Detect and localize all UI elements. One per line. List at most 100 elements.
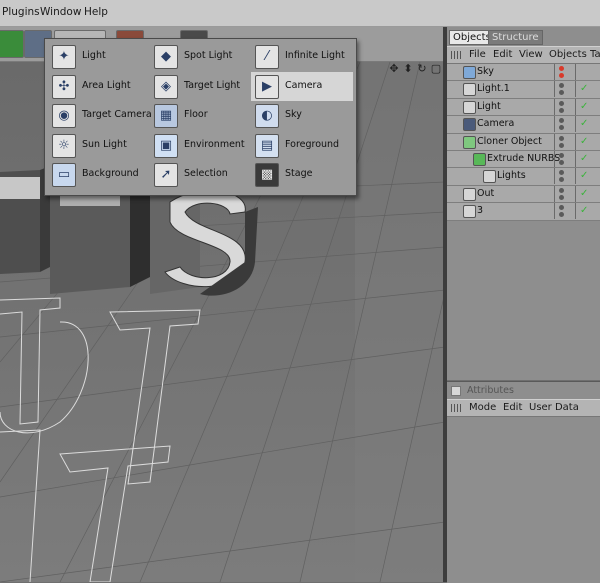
menubar: Plugins Window Help: [0, 0, 600, 27]
palette-item-target-light[interactable]: ◈ Target Light: [150, 72, 252, 101]
objects-menu-tags[interactable]: Ta: [590, 49, 600, 60]
move-icon[interactable]: ✥: [388, 63, 400, 75]
objects-menu-edit[interactable]: Edit: [493, 49, 512, 60]
maximize-icon[interactable]: ▢: [430, 63, 442, 75]
palette-item-target-camera[interactable]: ◉ Target Camera: [48, 101, 152, 130]
cloner-tool-button[interactable]: [0, 30, 24, 58]
palette-item-label: Target Camera: [82, 109, 152, 121]
tree-row-extrude-nurbs[interactable]: Extrude NURBS ✓: [447, 150, 600, 169]
enabled-check-icon[interactable]: ✓: [580, 136, 588, 147]
enabled-check-icon[interactable]: ✓: [580, 205, 588, 216]
editor-visibility-dot[interactable]: [559, 66, 564, 71]
sky-icon: ◐: [255, 104, 279, 129]
objects-menu-file[interactable]: File: [469, 49, 486, 60]
menu-plugins[interactable]: Plugins: [2, 6, 40, 18]
object-icon: [463, 66, 476, 79]
palette-item-label: Foreground: [285, 138, 340, 150]
editor-visibility-dot[interactable]: [559, 170, 564, 176]
object-name: Camera: [477, 118, 515, 130]
column-divider: [554, 98, 555, 115]
enabled-check-icon[interactable]: ✓: [580, 170, 588, 181]
objects-menu-view[interactable]: View: [519, 49, 543, 60]
render-visibility-dot[interactable]: [559, 125, 564, 131]
tree-row-3[interactable]: 3 ✓: [447, 203, 600, 221]
palette-item-sun-light[interactable]: ☼ Sun Light: [48, 131, 150, 160]
tree-row-light[interactable]: Light ✓: [447, 98, 600, 117]
column-divider: [575, 150, 576, 167]
camera-icon: ▶: [255, 74, 279, 99]
object-name: Cloner Object: [477, 135, 542, 147]
tab-structure[interactable]: Structure: [488, 30, 543, 45]
enabled-check-icon[interactable]: ✓: [580, 101, 588, 112]
object-name: Sky: [477, 66, 494, 77]
enabled-check-icon[interactable]: ✓: [580, 188, 588, 199]
column-divider: [554, 116, 555, 133]
area-light-icon: ✣: [52, 74, 76, 99]
render-visibility-dot[interactable]: [559, 107, 564, 113]
palette-item-camera[interactable]: ▶ Camera: [251, 71, 353, 101]
palette-item-environment[interactable]: ▣ Environment: [150, 131, 252, 160]
editor-visibility-dot[interactable]: [559, 100, 564, 106]
object-icon: [463, 187, 476, 201]
objects-menu-objects[interactable]: Objects: [549, 49, 587, 60]
rotate-icon[interactable]: ↻: [416, 63, 428, 75]
editor-visibility-dot[interactable]: [559, 135, 564, 141]
editor-visibility-dot[interactable]: [559, 118, 564, 124]
palette-item-background[interactable]: ▭ Background: [48, 160, 150, 189]
render-visibility-dot[interactable]: [559, 212, 564, 218]
environment-icon: ▣: [154, 133, 178, 158]
palette-item-foreground[interactable]: ▤ Foreground: [251, 131, 353, 160]
editor-visibility-dot[interactable]: [559, 187, 564, 193]
grip-icon: [451, 51, 461, 59]
editor-visibility-dot[interactable]: [559, 83, 564, 89]
tree-row-lights[interactable]: Lights ✓: [447, 168, 600, 186]
palette-item-label: Sun Light: [82, 138, 127, 150]
palette-item-selection[interactable]: ➚ Selection: [150, 160, 252, 189]
column-divider: [575, 168, 576, 185]
column-divider: [554, 203, 555, 220]
palette-item-infinite-light[interactable]: ⁄ Infinite Light: [251, 42, 353, 71]
palette-item-label: Sky: [285, 109, 302, 121]
attributes-menu-mode[interactable]: Mode: [469, 402, 496, 413]
palette-item-light[interactable]: ✦ Light: [48, 42, 150, 71]
attributes-menu-user-data[interactable]: User Data: [529, 402, 579, 413]
menu-help[interactable]: Help: [84, 6, 108, 18]
object-icon: [463, 100, 476, 114]
palette-item-floor[interactable]: ▦ Floor: [150, 101, 252, 130]
editor-visibility-dot[interactable]: [559, 152, 564, 158]
render-visibility-dot[interactable]: [559, 73, 564, 78]
column-divider: [575, 133, 576, 150]
palette-item-area-light[interactable]: ✣ Area Light: [48, 72, 150, 101]
palette-item-label: Light: [82, 50, 106, 61]
render-visibility-dot[interactable]: [559, 90, 564, 96]
palette-item-spot-light[interactable]: ◆ Spot Light: [150, 42, 252, 71]
column-divider: [554, 185, 555, 202]
palette-item-sky[interactable]: ◐ Sky: [251, 101, 353, 130]
enabled-check-icon[interactable]: ✓: [580, 153, 588, 164]
attributes-header: Attributes: [447, 384, 600, 398]
attributes-menu-edit[interactable]: Edit: [503, 402, 522, 413]
selection-icon: ➚: [154, 163, 178, 188]
object-name: Light: [477, 100, 501, 112]
menu-window[interactable]: Window: [40, 6, 81, 18]
foreground-icon: ▤: [255, 133, 279, 158]
render-visibility-dot[interactable]: [559, 159, 564, 165]
palette-item-label: Stage: [285, 168, 313, 180]
render-visibility-dot[interactable]: [559, 177, 564, 183]
column-divider: [575, 116, 576, 133]
dolly-icon[interactable]: ⬍: [402, 63, 414, 75]
tree-row-sky[interactable]: Sky: [447, 64, 600, 82]
object-icon: [483, 170, 496, 184]
enabled-check-icon[interactable]: ✓: [580, 118, 588, 129]
tree-row-light-1[interactable]: Light.1 ✓: [447, 81, 600, 99]
tree-row-camera[interactable]: Camera ✓: [447, 116, 600, 134]
enabled-check-icon[interactable]: ✓: [580, 83, 588, 94]
tree-row-cloner-object[interactable]: Cloner Object ✓: [447, 133, 600, 151]
column-divider: [554, 168, 555, 185]
object-name: Lights: [497, 170, 526, 182]
palette-item-stage[interactable]: ▩ Stage: [251, 160, 353, 189]
render-visibility-dot[interactable]: [559, 194, 564, 200]
editor-visibility-dot[interactable]: [559, 205, 564, 211]
render-visibility-dot[interactable]: [559, 142, 564, 148]
tree-row-out[interactable]: Out ✓: [447, 185, 600, 204]
